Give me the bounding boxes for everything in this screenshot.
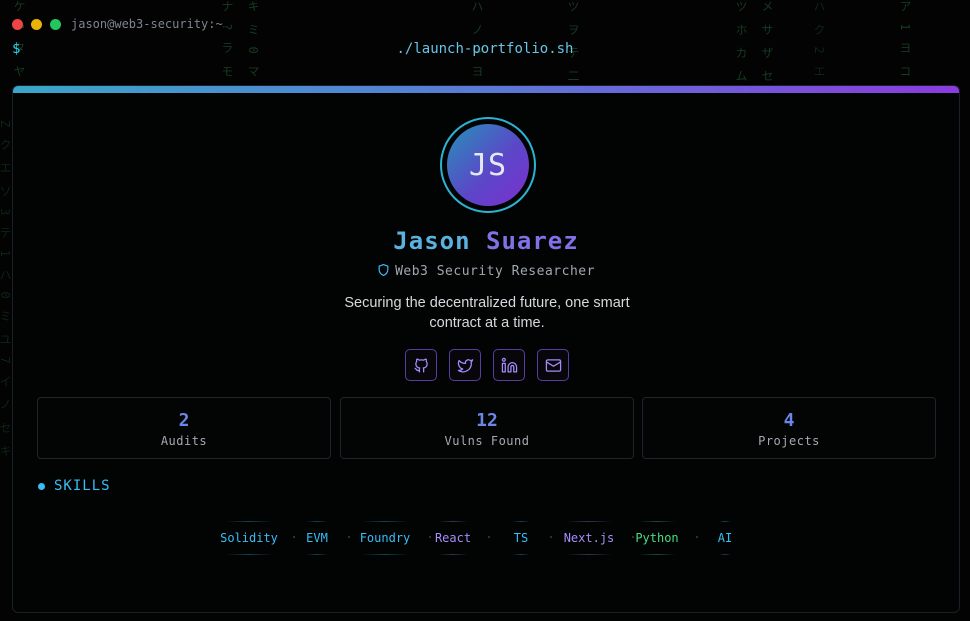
skill-tag[interactable]: Solidity (213, 521, 295, 555)
last-name: Suarez (486, 227, 579, 255)
email-link[interactable] (537, 349, 569, 381)
minimize-window-button[interactable] (31, 18, 42, 30)
social-links (405, 349, 569, 381)
skill-label: Python (635, 531, 679, 545)
profile-tagline: Securing the decentralized future, one s… (344, 295, 630, 331)
bullet-icon (38, 482, 45, 490)
linkedin-link[interactable] (493, 349, 525, 381)
skill-label: AI (717, 531, 733, 545)
skill-label: EVM (306, 531, 328, 545)
github-link[interactable] (405, 349, 437, 381)
profile-role: Web3 Security Researcher (13, 263, 959, 279)
skill-label: Foundry (359, 531, 411, 545)
stat-audits: 2 Audits (37, 397, 331, 459)
skill-tag[interactable]: EVM (294, 521, 350, 555)
stat-vulns-found: 12 Vulns Found (340, 397, 634, 459)
matrix-rain: Z ク エ ソ 3 テ 1 ハ 0 ミ ユ 7 イ ノ セ キ (0, 120, 12, 459)
stat-projects: 4 Projects (642, 397, 936, 459)
linkedin-icon (501, 357, 517, 373)
window-titlebar: jason@web3-security:~ (12, 14, 223, 34)
shield-icon (378, 263, 389, 277)
stat-label: Audits (160, 434, 208, 448)
stat-label: Vulns Found (444, 434, 530, 448)
stat-label: Projects (758, 434, 820, 448)
maximize-window-button[interactable] (50, 18, 61, 30)
avatar: JS (440, 117, 536, 213)
skill-tag[interactable]: Foundry (349, 521, 431, 555)
github-icon (413, 358, 428, 373)
skill-label: Solidity (220, 531, 278, 545)
command-text: ./launch-portfolio.sh (396, 41, 574, 57)
twitter-icon (457, 358, 473, 373)
stat-value: 4 (783, 410, 795, 431)
skill-tag[interactable]: React (426, 521, 490, 555)
profile-name: Jason Suarez (13, 227, 959, 255)
twitter-link[interactable] (449, 349, 481, 381)
portfolio-card: JS Jason Suarez Web3 Security Researcher… (12, 85, 960, 613)
window-title: jason@web3-security:~ (71, 17, 223, 31)
skill-tag[interactable]: Next.js (554, 521, 634, 555)
role-text: Web3 Security Researcher (395, 264, 595, 279)
skill-label: TS (513, 531, 529, 545)
close-window-button[interactable] (12, 18, 23, 30)
stat-value: 12 (476, 410, 498, 431)
skill-label: Next.js (563, 531, 615, 545)
card-gradient-bar (13, 86, 959, 93)
stat-value: 2 (178, 410, 190, 431)
mail-icon (545, 358, 561, 372)
skills-heading-text: SKILLS (54, 478, 111, 494)
avatar-initials: JS (447, 124, 529, 206)
command-line: $ ./launch-portfolio.sh (12, 40, 958, 60)
skill-tag[interactable]: AI (707, 521, 743, 555)
skills-heading: SKILLS (38, 478, 111, 494)
skill-label: React (434, 531, 472, 545)
skill-tag[interactable]: TS (500, 521, 552, 555)
first-name: Jason (393, 227, 471, 255)
skill-tag[interactable]: Python (626, 521, 698, 555)
